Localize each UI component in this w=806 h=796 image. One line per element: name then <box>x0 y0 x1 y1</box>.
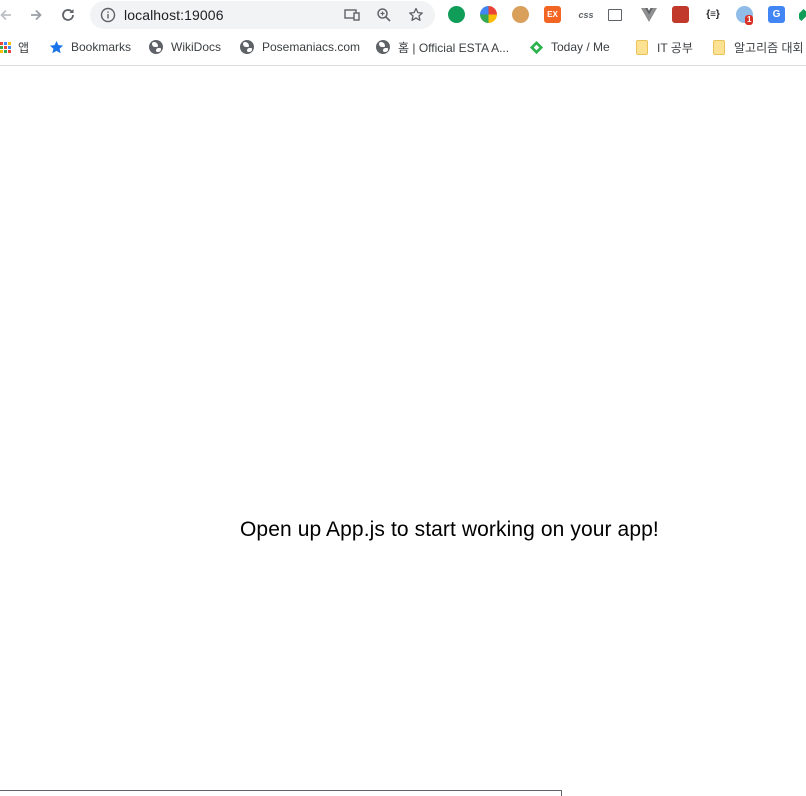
bookmark-bookmarks[interactable]: Bookmarks <box>48 37 131 57</box>
apps-grid-icon <box>0 39 11 55</box>
google-translate-icon[interactable]: G <box>768 6 785 23</box>
bookmark-wikidocs[interactable]: WikiDocs <box>148 37 221 57</box>
forward-button[interactable] <box>24 3 48 27</box>
globe-icon <box>375 39 391 55</box>
globe-icon <box>148 39 164 55</box>
hangouts-icon[interactable] <box>448 6 465 23</box>
color-wheel-icon[interactable] <box>480 6 497 23</box>
star-filled-icon <box>48 39 64 55</box>
bookmark-esta[interactable]: 홈 | Official ESTA A... <box>375 37 509 57</box>
folder-icon <box>711 39 727 55</box>
browser-toolbar: localhost:19006 EX css {≡} 1 G <box>0 0 806 31</box>
vue-devtools-icon[interactable] <box>640 6 657 23</box>
forward-arrow-icon <box>31 9 42 21</box>
reload-button[interactable] <box>56 3 80 27</box>
json-viewer-icon[interactable]: {≡} <box>703 6 723 23</box>
cast-button[interactable] <box>343 6 361 24</box>
screen-capture-icon[interactable] <box>608 9 622 21</box>
bookmark-label: 홈 | Official ESTA A... <box>398 40 510 55</box>
reload-icon <box>62 9 74 21</box>
bookmark-label: 앱 <box>18 40 30 55</box>
bookmark-star-button[interactable] <box>407 6 425 24</box>
site-info-icon[interactable] <box>100 7 116 23</box>
cookie-icon[interactable] <box>512 6 529 23</box>
globe-extension-icon[interactable]: 1 <box>736 6 754 25</box>
bookmark-folder-it[interactable]: IT 공부 <box>634 37 693 57</box>
page-content: Open up App.js to start working on your … <box>0 66 806 796</box>
zoom-button[interactable] <box>375 6 393 24</box>
diamond-shape <box>799 8 806 21</box>
green-extension-icon[interactable] <box>799 6 806 23</box>
bottom-panel-edge <box>0 790 562 796</box>
bookmark-label: 알고리즘 대회 <box>734 40 804 55</box>
install-app-icon <box>344 9 360 21</box>
bookmark-label: Posemaniacs.com <box>262 40 361 54</box>
bookmark-apps[interactable]: 앱 <box>0 37 29 57</box>
star-icon <box>409 7 423 21</box>
feedly-icon <box>528 39 544 55</box>
app-message: Open up App.js to start working on your … <box>240 518 659 541</box>
back-button[interactable] <box>0 3 18 27</box>
address-bar[interactable]: localhost:19006 <box>90 1 435 29</box>
red-extension-icon[interactable] <box>672 6 689 23</box>
css-extension-icon[interactable]: css <box>576 6 596 23</box>
bookmark-posemaniacs[interactable]: Posemaniacs.com <box>239 37 360 57</box>
globe-icon <box>239 39 255 55</box>
bookmark-label: IT 공부 <box>657 40 693 55</box>
vue-logo-icon <box>640 7 657 22</box>
zoom-icon <box>377 8 391 22</box>
bookmark-label: Bookmarks <box>71 40 132 54</box>
badge-count: 1 <box>745 15 754 25</box>
ex-extension-icon[interactable]: EX <box>544 6 561 23</box>
bookmarks-bar: 앱 Bookmarks WikiDocs Posemaniacs.com 홈 |… <box>0 33 806 61</box>
bookmark-label: Today / Me <box>551 40 610 54</box>
bookmark-today-me[interactable]: Today / Me <box>528 37 610 57</box>
bookmark-folder-algorithm[interactable]: 알고리즘 대회 <box>711 37 804 57</box>
url-text[interactable]: localhost:19006 <box>124 7 224 23</box>
folder-icon <box>634 39 650 55</box>
browser-chrome: localhost:19006 EX css {≡} 1 G 앱 Bookmar… <box>0 0 806 66</box>
bookmark-label: WikiDocs <box>171 40 221 54</box>
back-arrow-icon <box>0 9 11 21</box>
